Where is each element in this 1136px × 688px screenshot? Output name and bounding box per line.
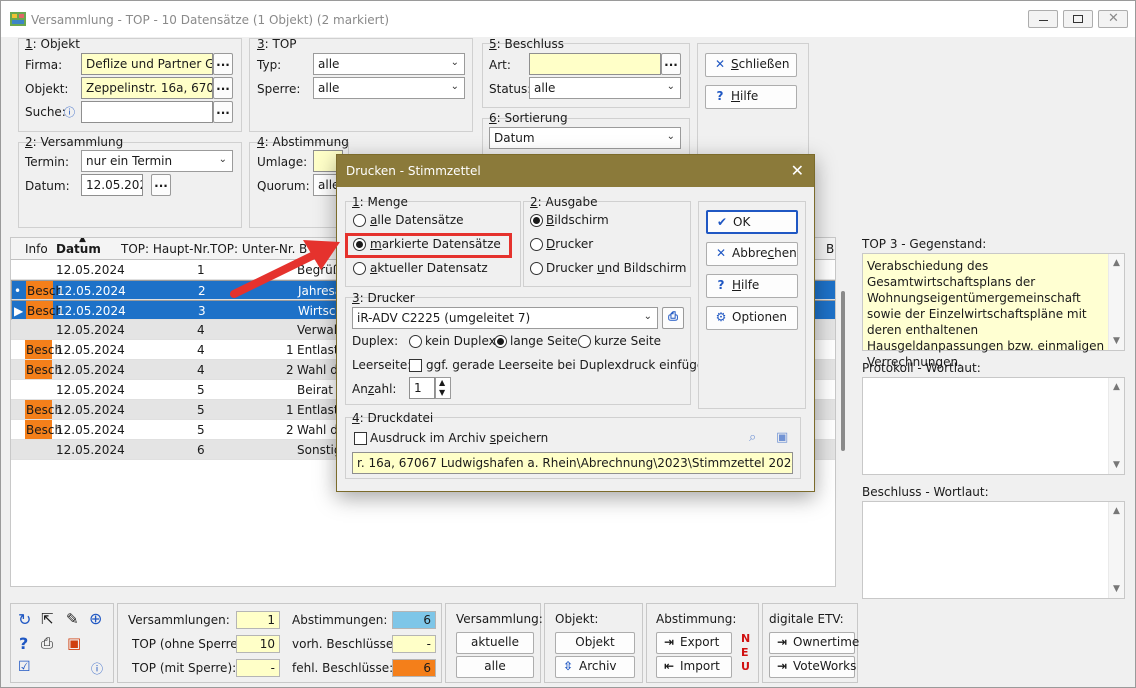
arrow-shaft xyxy=(230,250,320,298)
annotation-arrow xyxy=(230,240,340,298)
